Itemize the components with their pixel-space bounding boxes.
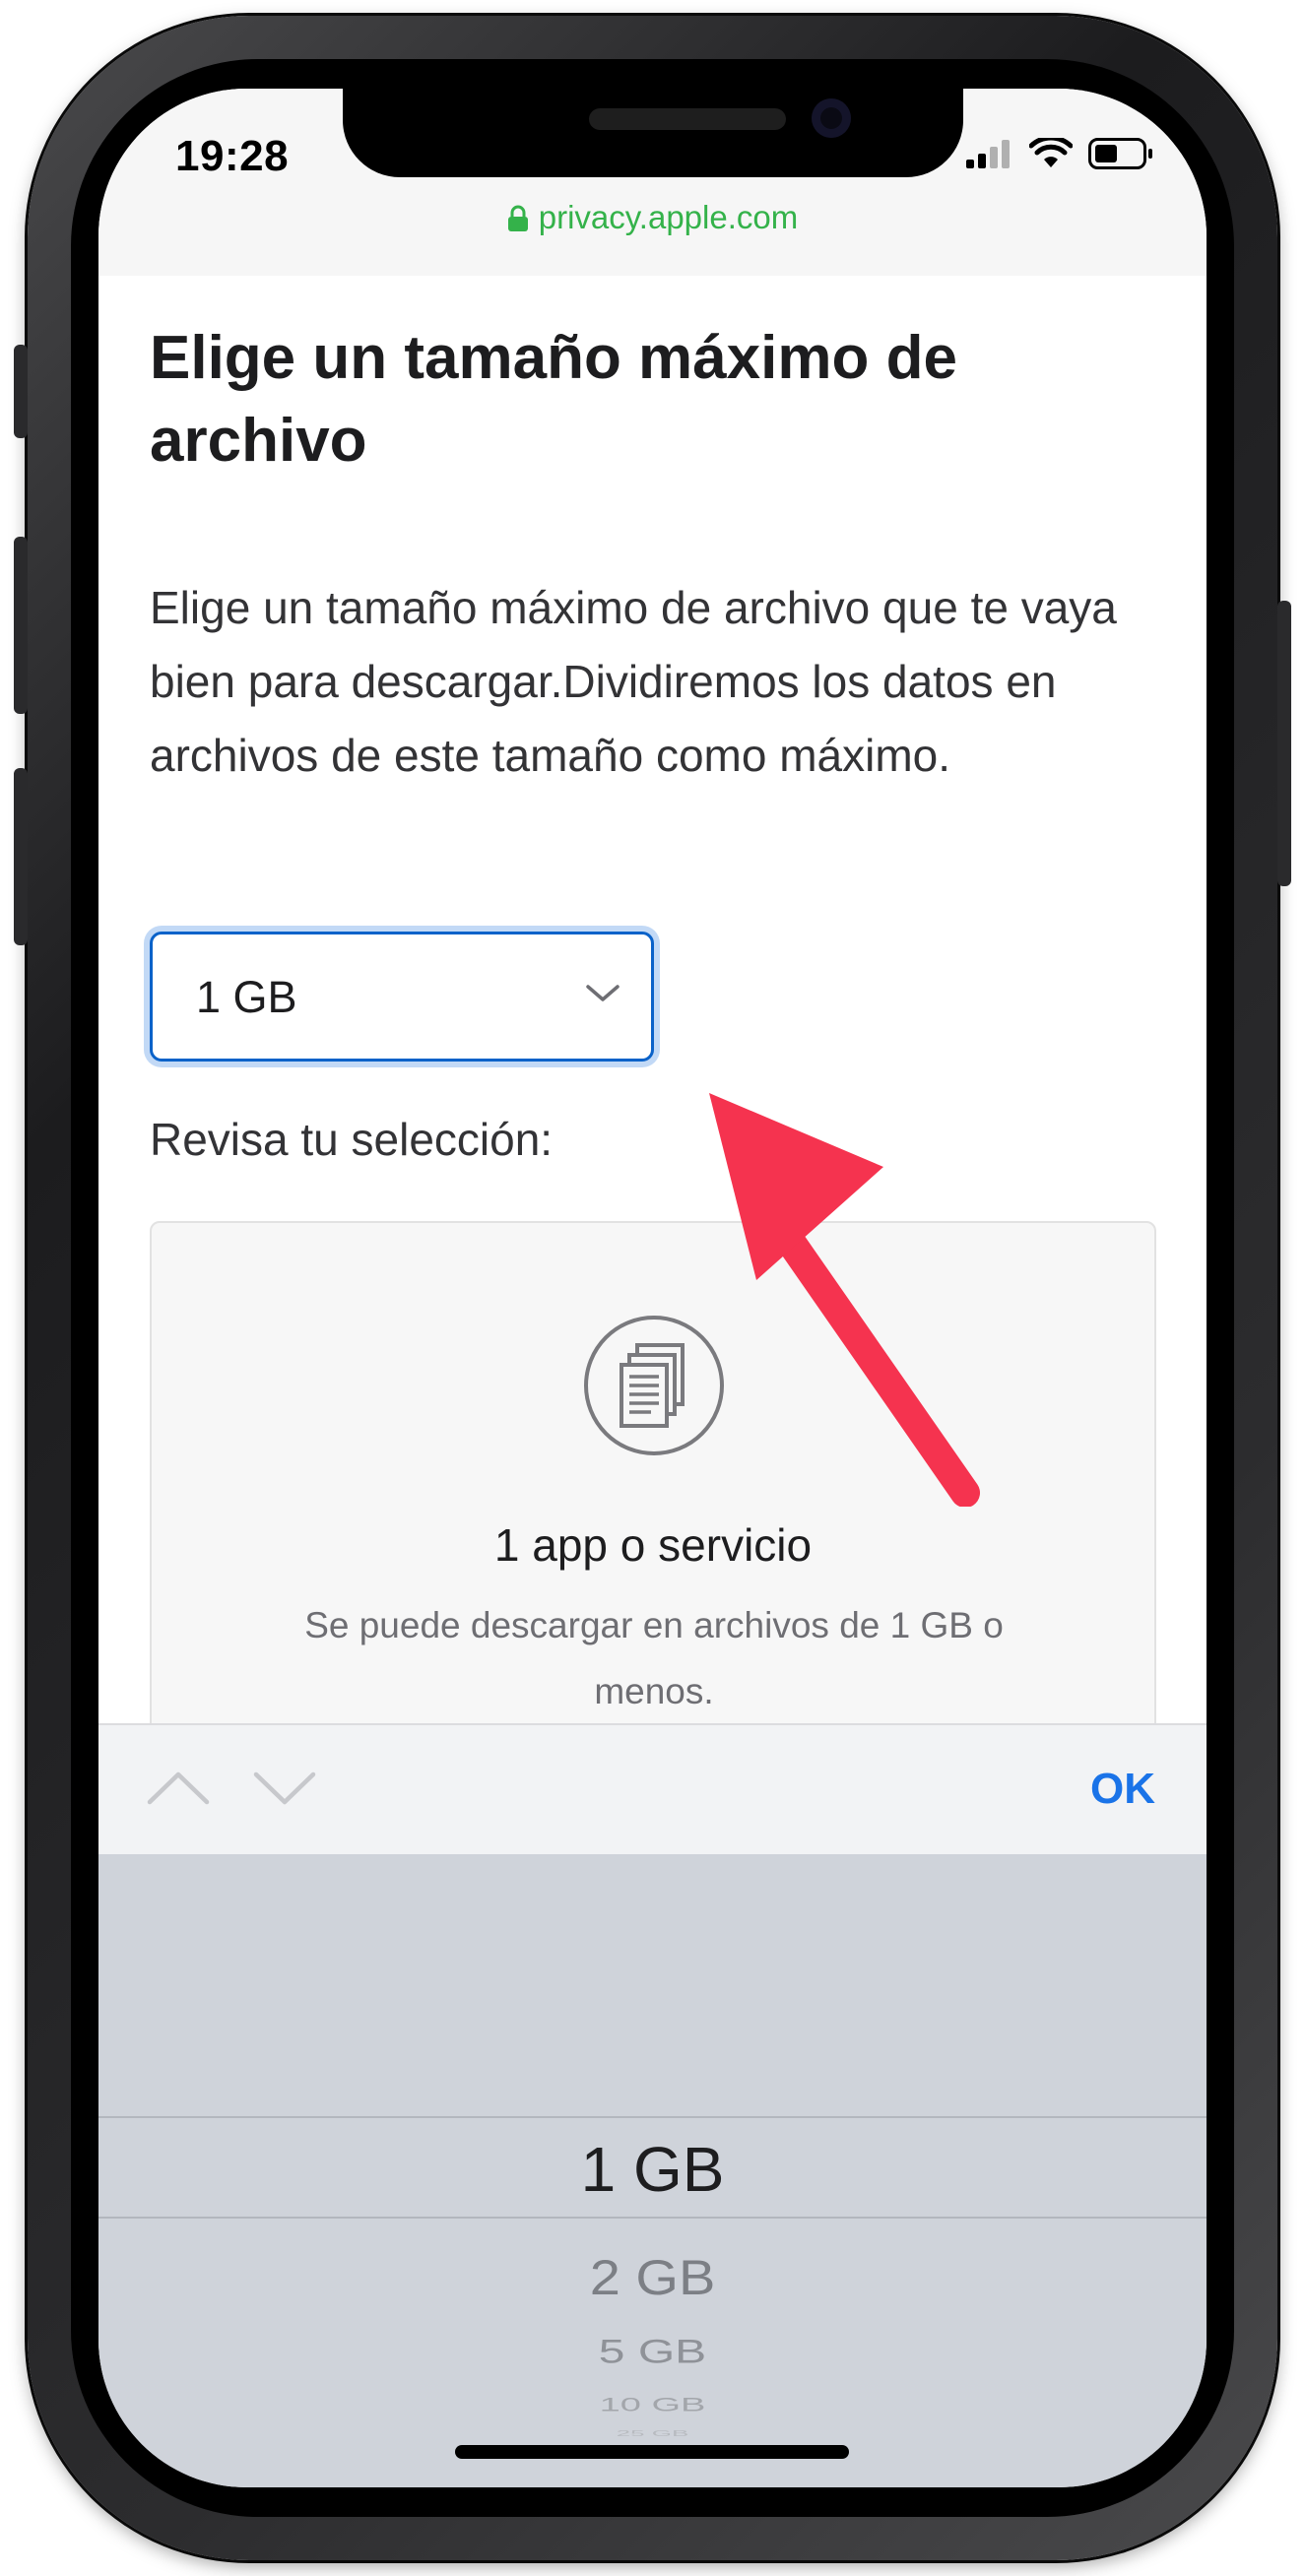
mute-switch xyxy=(14,345,28,438)
status-bar: 19:28 privacy.apple.com xyxy=(98,89,1207,276)
side-button xyxy=(1277,601,1291,886)
lock-icon xyxy=(507,205,528,231)
summary-title: 1 app o servicio xyxy=(493,1519,813,1571)
red-arrow-annotation xyxy=(709,1093,980,1507)
picker-option[interactable]: 5 GB xyxy=(98,2333,1207,2372)
size-picker[interactable]: 1 GB 2 GB 5 GB 10 GB 25 GB xyxy=(98,1854,1207,2487)
status-icons xyxy=(966,138,1153,169)
picker-option[interactable]: 2 GB xyxy=(98,2248,1207,2306)
review-label: Revisa tu selección: xyxy=(150,1114,554,1165)
ok-button[interactable]: OK xyxy=(1090,1765,1155,1814)
front-camera xyxy=(812,98,851,138)
picker-option[interactable]: 10 GB xyxy=(98,2395,1207,2416)
summary-description: Se puede descargar en archivos de 1 GB o… xyxy=(304,1605,1004,1711)
phone-screen: 19:28 privacy.apple.com Elige un tamaño … xyxy=(98,89,1207,2487)
chevron-down-icon[interactable] xyxy=(252,1769,317,1808)
url-bar[interactable]: privacy.apple.com xyxy=(98,199,1207,236)
picker-option[interactable]: 25 GB xyxy=(98,2429,1207,2438)
summary-card: 1 app o servicio Se puede descargar en a… xyxy=(150,1221,1156,1787)
battery-icon xyxy=(1088,138,1152,169)
chevron-down-icon xyxy=(586,985,620,1001)
keyboard-accessory-bar: OK xyxy=(98,1723,1207,1854)
volume-up-button xyxy=(14,537,28,714)
signal-icon xyxy=(966,140,1010,168)
wifi-icon xyxy=(1029,138,1073,167)
file-size-select-value: 1 GB xyxy=(196,972,297,1022)
volume-down-button xyxy=(14,768,28,945)
file-size-select[interactable]: 1 GB xyxy=(150,932,654,1062)
earpiece-speaker xyxy=(589,108,786,130)
picker-selection-line xyxy=(98,2217,1207,2219)
home-indicator[interactable] xyxy=(455,2445,849,2459)
page-title: Elige un tamaño máximo de archivo xyxy=(150,324,957,475)
picker-selection-line xyxy=(98,2116,1207,2118)
url-text: privacy.apple.com xyxy=(538,199,799,235)
chevron-up-icon[interactable] xyxy=(146,1769,211,1808)
notch xyxy=(343,89,963,177)
picker-option[interactable]: 1 GB xyxy=(98,2133,1207,2206)
status-time: 19:28 xyxy=(175,132,290,180)
page-description: Elige un tamaño máximo de archivo que te… xyxy=(150,582,1117,781)
